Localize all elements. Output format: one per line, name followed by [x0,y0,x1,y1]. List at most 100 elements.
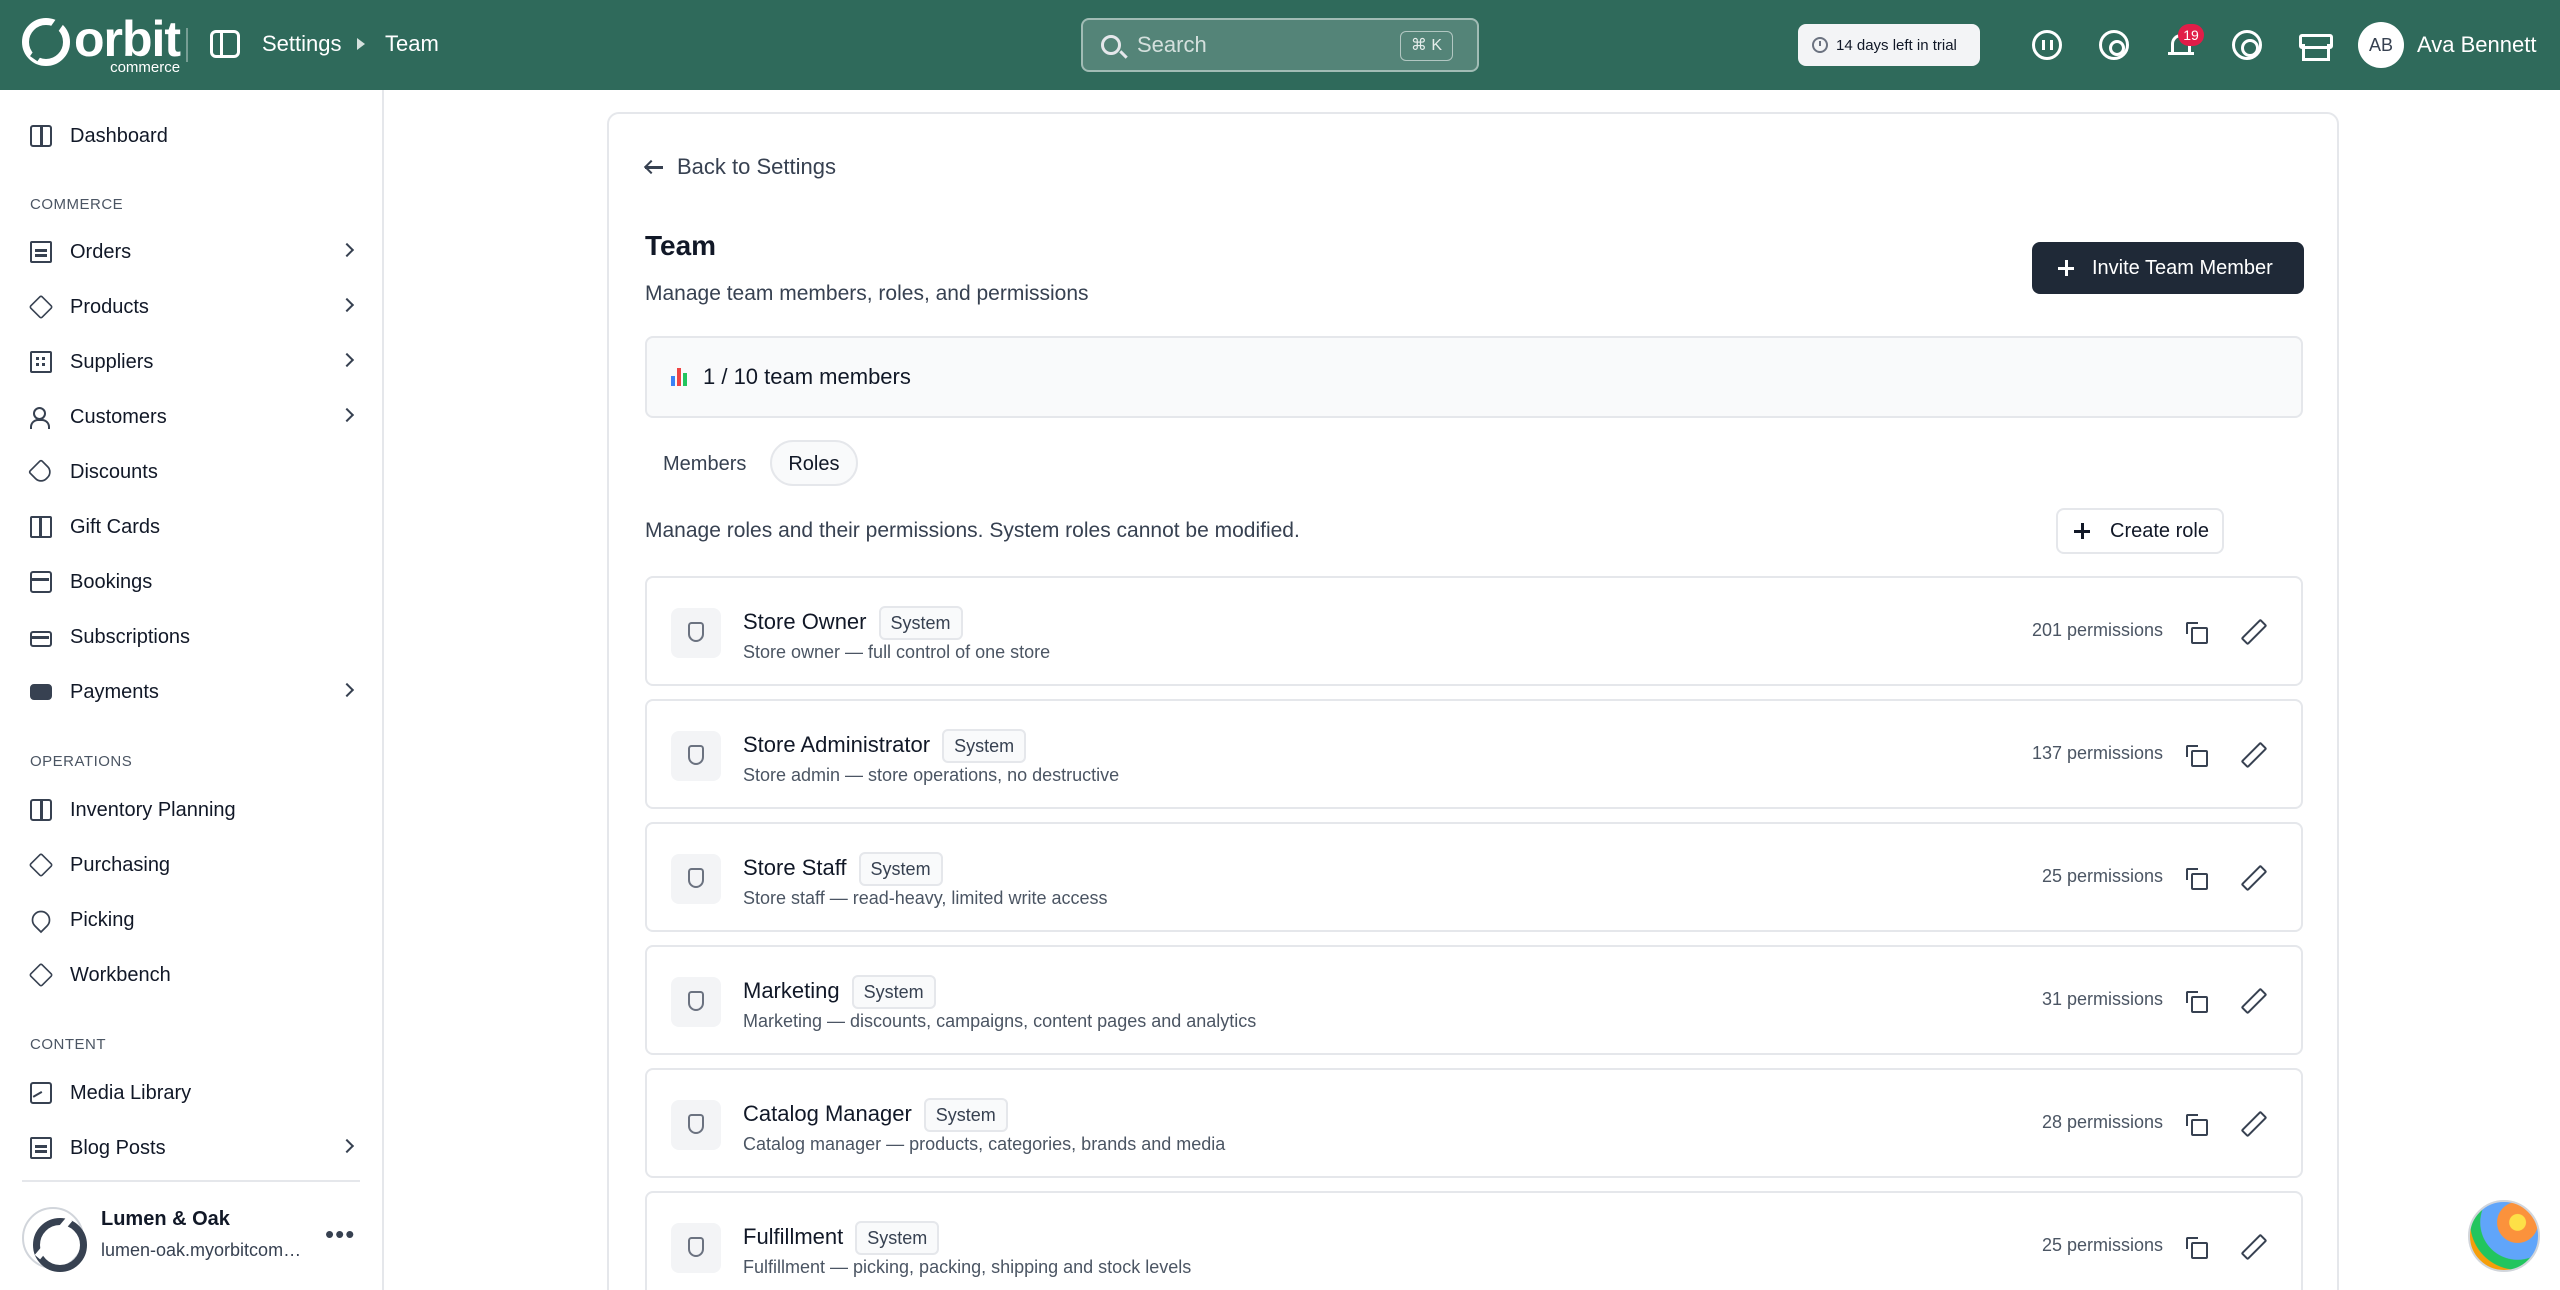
system-badge: System [878,606,963,640]
duplicate-role-icon[interactable] [2186,1114,2208,1136]
chevron-right-icon [339,352,355,368]
customers-icon [30,406,52,429]
tab-members[interactable]: Members [645,440,764,486]
system-badge: System [851,975,936,1009]
role-row-marketing[interactable]: Marketing System Marketing — discounts, c… [645,945,2303,1055]
system-badge: System [855,1221,940,1255]
shield-icon [688,1114,704,1134]
notification-count-badge: 19 [2178,24,2204,46]
products-icon [28,294,54,320]
top-bar: orbit commerce Settings Team ⌘ K 14 days… [0,0,2560,90]
store-name[interactable]: Lumen & Oak [101,1208,230,1231]
assistant-launcher-icon[interactable] [2468,1200,2540,1272]
chevron-right-icon [339,242,355,258]
tab-roles[interactable]: Roles [770,440,858,486]
logo-subtitle: commerce [110,59,181,76]
role-row-store-staff[interactable]: Store Staff System Store staff — read-hea… [645,822,2303,932]
store-menu-more-icon[interactable]: ••• [325,1221,355,1247]
search-input[interactable] [1137,30,1377,60]
role-description: Store owner — full control of one store [743,642,1051,662]
sidebar-item-dashboard[interactable]: Dashboard [30,118,360,154]
back-to-settings-link[interactable]: Back to Settings [645,154,836,180]
role-row-store-owner[interactable]: Store Owner System Store owner — full con… [645,576,2303,686]
shield-icon [688,745,704,765]
sidebar-item-gift-cards[interactable]: Gift Cards [30,509,360,545]
permission-count: 137 permissions [2031,743,2163,763]
sidebar-item-subscriptions[interactable]: Subscriptions [30,619,360,655]
trial-badge[interactable]: 14 days left in trial [1798,24,1980,66]
role-name: Store Staff [743,854,847,880]
orbit-logo[interactable]: orbit commerce [22,14,181,76]
chevron-right-icon [339,682,355,698]
sidebar-toggle-icon[interactable] [210,30,240,58]
duplicate-role-icon[interactable] [2186,991,2208,1013]
create-role-button[interactable]: Create role [2056,508,2224,554]
duplicate-role-icon[interactable] [2186,1237,2208,1259]
duplicate-role-icon[interactable] [2186,622,2208,644]
duplicate-role-icon[interactable] [2186,745,2208,767]
search-shortcut-hint: ⌘ K [1399,31,1453,61]
sidebar-item-payments[interactable]: Payments [30,674,360,710]
system-badge: System [923,1098,1008,1132]
orders-icon [30,241,52,263]
team-settings-card: Back to Settings Team Manage team member… [607,112,2339,1290]
global-search[interactable]: ⌘ K [1081,18,1479,72]
role-name: Marketing [743,977,840,1003]
gift-icon [30,516,52,538]
role-row-catalog-manager[interactable]: Catalog Manager System Catalog manager — … [645,1068,2303,1178]
sidebar-item-media-library[interactable]: Media Library [30,1075,360,1111]
user-avatar[interactable]: AB [2358,22,2404,68]
theme-toggle-icon[interactable] [2099,30,2129,60]
chevron-right-icon [339,407,355,423]
breadcrumb-team: Team [385,31,439,56]
user-name[interactable]: Ava Bennett [2417,32,2536,58]
role-row-fulfillment[interactable]: Fulfillment System Fulfillment — picking,… [645,1191,2303,1290]
plus-icon [2058,260,2074,276]
sidebar-item-workbench[interactable]: Workbench [28,957,360,993]
duplicate-role-icon[interactable] [2186,868,2208,890]
role-name: Catalog Manager [743,1100,912,1126]
sidebar-item-products[interactable]: Products [28,289,360,325]
sidebar-item-discounts[interactable]: Discounts [27,454,360,490]
purchasing-icon [28,852,54,878]
blog-icon [30,1137,52,1159]
ai-assistant-icon[interactable] [2032,30,2062,60]
sidebar-item-bookings[interactable]: Bookings [30,564,360,600]
image-icon [30,1082,52,1104]
sidebar-item-inventory-planning[interactable]: Inventory Planning [30,792,360,828]
sidebar-item-picking[interactable]: Picking [27,902,360,938]
role-row-store-administrator[interactable]: Store Administrator System Store admin — … [645,699,2303,809]
edit-role-icon[interactable] [2241,1235,2263,1257]
help-icon[interactable] [2232,30,2262,60]
sidebar-item-purchasing[interactable]: Purchasing [28,847,360,883]
edit-role-icon[interactable] [2241,1112,2263,1134]
edit-role-icon[interactable] [2241,989,2263,1011]
sidebar-item-customers[interactable]: Customers [30,399,360,435]
breadcrumb-settings[interactable]: Settings [262,31,342,57]
sidebar: Dashboard COMMERCE Orders Products Suppl… [0,90,384,1290]
page-subtitle: Manage team members, roles, and permissi… [645,282,1089,305]
store-url: lumen-oak.myorbitcommerce.com [101,1240,307,1260]
system-badge: System [942,729,1027,763]
store-avatar[interactable] [22,1207,87,1272]
role-description: Catalog manager — products, categories, … [743,1134,1226,1154]
permission-count: 31 permissions [2041,989,2163,1009]
invite-team-member-button[interactable]: Invite Team Member [2032,242,2304,294]
section-label-content: CONTENT [30,1036,106,1053]
workbench-icon [28,962,54,988]
shield-icon [688,868,704,888]
storefront-icon[interactable] [2298,30,2333,61]
edit-role-icon[interactable] [2241,620,2263,642]
role-name: Fulfillment [743,1223,844,1249]
edit-role-icon[interactable] [2241,743,2263,765]
edit-role-icon[interactable] [2241,866,2263,888]
sidebar-item-suppliers[interactable]: Suppliers [30,344,360,380]
sidebar-item-orders[interactable]: Orders [30,234,360,270]
roles-description: Manage roles and their permissions. Syst… [645,519,1300,542]
sidebar-item-blog-posts[interactable]: Blog Posts [30,1130,360,1166]
permission-count: 25 permissions [2041,1235,2163,1255]
role-description: Fulfillment — picking, packing, shipping… [743,1257,1192,1277]
dashboard-icon [30,125,52,147]
topbar-divider [186,28,188,62]
trial-label: 14 days left in trial [1836,36,1957,54]
